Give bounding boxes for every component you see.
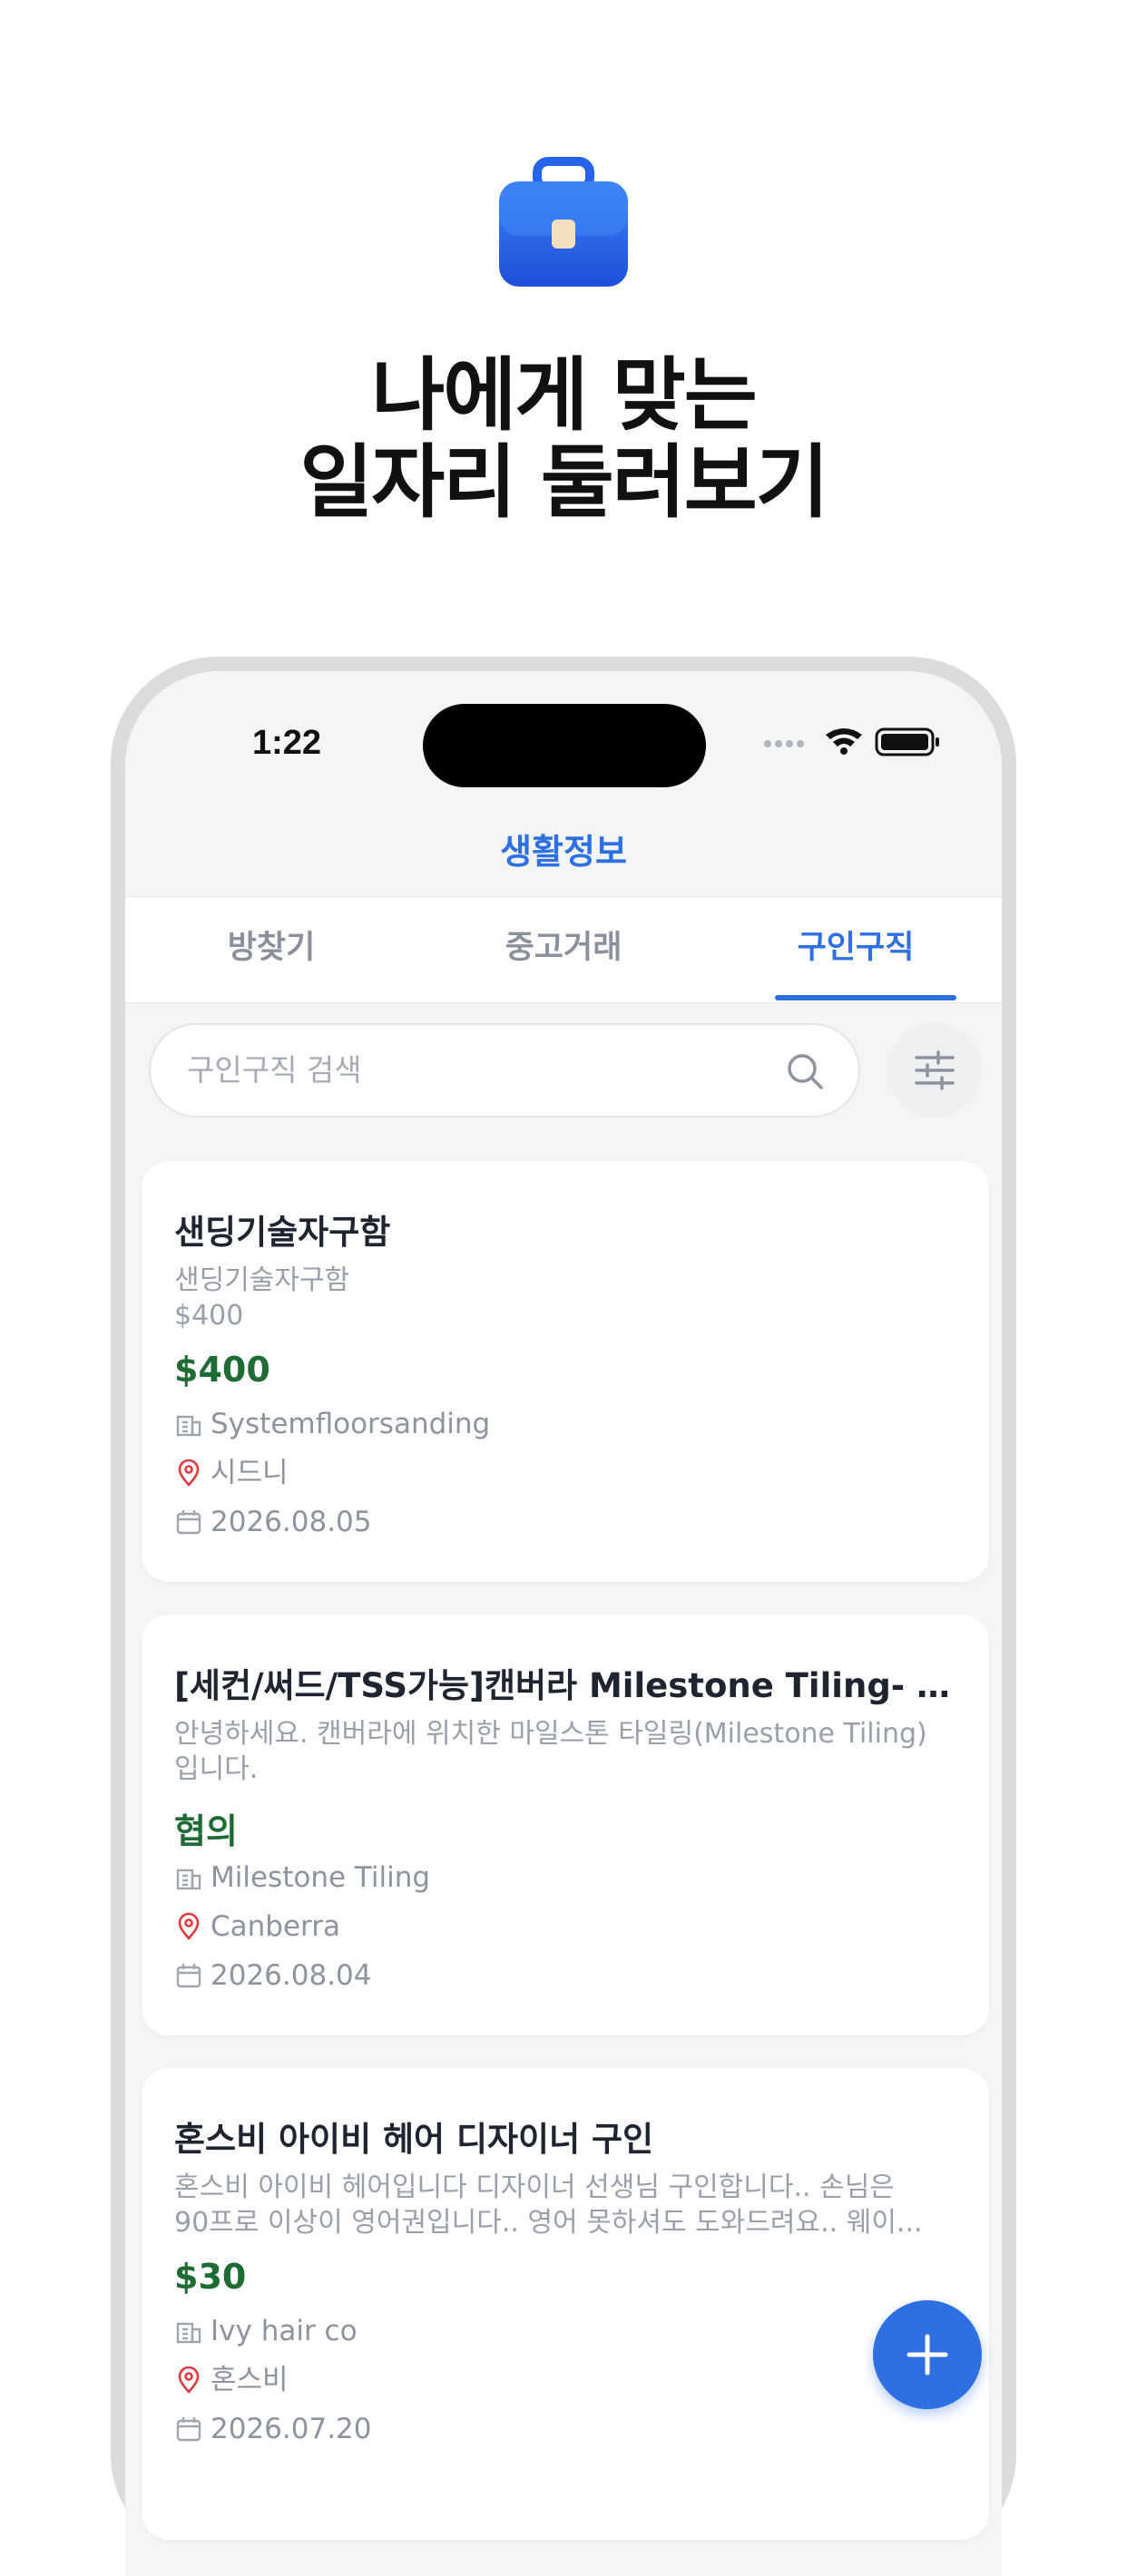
job-location: 시드니 bbox=[211, 1457, 289, 1489]
calendar-icon bbox=[176, 1510, 201, 1535]
job-title: 샌딩기술자구함 bbox=[174, 1213, 391, 1252]
job-company: Ivy hair co bbox=[211, 2315, 358, 2347]
signal-icon bbox=[764, 740, 804, 747]
job-company: Milestone Tiling bbox=[211, 1861, 431, 1894]
tab-bar: 방찾기 중고거래 구인구직 bbox=[125, 896, 1002, 1003]
location-pin-icon bbox=[178, 1459, 200, 1487]
phone-screen: 1:22 생활정보 방찾기 중고거래 구인구직 구인구직 검색 샌딩기술자구함 … bbox=[125, 671, 1002, 2576]
job-description: 샌딩기술자구함 $400 bbox=[174, 1264, 350, 1332]
calendar-icon bbox=[176, 2417, 201, 2442]
active-tab-indicator bbox=[775, 995, 956, 1000]
job-location: Canberra bbox=[211, 1910, 340, 1943]
job-date: 2026.08.04 bbox=[211, 1959, 372, 1992]
job-card[interactable]: 혼스비 아이비 헤어 디자이너 구인 혼스비 아이비 헤어입니다 디자이너 선생… bbox=[142, 2068, 989, 2540]
job-price: 협의 bbox=[174, 1811, 238, 1851]
job-date: 2026.07.20 bbox=[211, 2413, 372, 2445]
calendar-icon bbox=[176, 1964, 201, 1988]
dynamic-island bbox=[423, 704, 706, 787]
job-location: 혼스비 bbox=[211, 2364, 289, 2396]
filter-button[interactable] bbox=[887, 1023, 982, 1117]
app-title: 생활정보 bbox=[500, 832, 627, 872]
status-time: 1:22 bbox=[252, 724, 322, 762]
plus-icon bbox=[906, 2334, 948, 2376]
search-icon[interactable] bbox=[786, 1052, 824, 1090]
job-date: 2026.08.05 bbox=[211, 1506, 372, 1538]
tab-rooms[interactable]: 방찾기 bbox=[125, 897, 417, 1002]
job-price: $400 bbox=[174, 1350, 270, 1390]
battery-icon bbox=[875, 727, 939, 756]
sliders-icon bbox=[915, 1050, 955, 1090]
page-headline: 나에게 맞는 일자리 둘러보기 bbox=[0, 352, 1127, 526]
job-title: 혼스비 아이비 헤어 디자이너 구인 bbox=[174, 2120, 654, 2159]
search-placeholder: 구인구직 검색 bbox=[187, 1052, 362, 1088]
headline-line-1: 나에게 맞는 bbox=[371, 348, 757, 442]
job-description: 혼스비 아이비 헤어입니다 디자이너 선생님 구인합니다.. 손님은 90프로 … bbox=[174, 2171, 923, 2239]
search-input[interactable]: 구인구직 검색 bbox=[149, 1023, 860, 1117]
tab-jobs[interactable]: 구인구직 bbox=[710, 897, 1002, 1002]
job-description: 안녕하세요. 캔버라에 위치한 마일스톤 타일링(Milestone Tilin… bbox=[174, 1718, 927, 1785]
wifi-icon bbox=[826, 728, 862, 755]
job-title: [세컨/써드/TSS가능]캔버라 Milestone Tiling- 직... bbox=[174, 1666, 956, 1705]
add-post-button[interactable] bbox=[873, 2300, 982, 2409]
job-company: Systemfloorsanding bbox=[211, 1408, 491, 1440]
job-price: $30 bbox=[174, 2257, 247, 2297]
location-pin-icon bbox=[178, 2366, 200, 2394]
job-card[interactable]: 샌딩기술자구함 샌딩기술자구함 $400 $400 Systemfloorsan… bbox=[142, 1161, 989, 1582]
tab-secondhand[interactable]: 중고거래 bbox=[417, 897, 710, 1002]
briefcase-icon bbox=[499, 157, 628, 287]
phone-frame: 1:22 생활정보 방찾기 중고거래 구인구직 구인구직 검색 샌딩기술자구함 … bbox=[111, 657, 1016, 2576]
status-icons bbox=[764, 727, 939, 756]
headline-line-2: 일자리 둘러보기 bbox=[299, 435, 828, 529]
job-card[interactable]: [세컨/써드/TSS가능]캔버라 Milestone Tiling- 직... … bbox=[142, 1615, 989, 2035]
building-icon bbox=[176, 1869, 201, 1890]
location-pin-icon bbox=[178, 1912, 200, 1940]
building-icon bbox=[176, 2322, 201, 2344]
building-icon bbox=[176, 1415, 201, 1437]
